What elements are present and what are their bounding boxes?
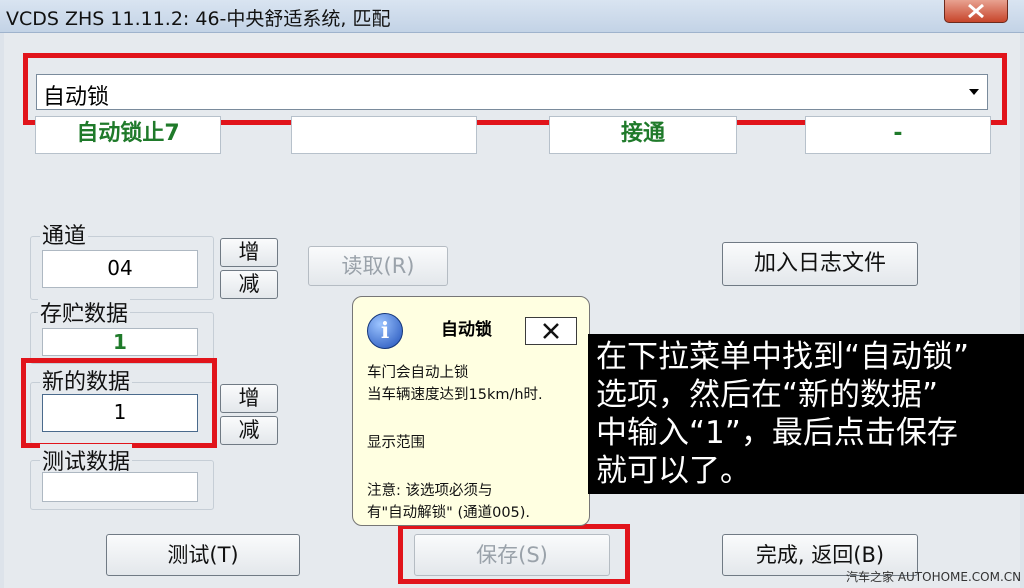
tooltip-line: 当车辆速度达到15km/h时. [367, 387, 543, 403]
tooltip-title: 自动锁 [441, 320, 492, 340]
tooltip-close-button[interactable] [525, 317, 577, 345]
tooltip-line: 显示范围 [367, 435, 425, 451]
caption-line: 中输入“1”，最后点击保存 [596, 415, 958, 451]
watermark: 汽车之家 AUTOHOME.COM.CN [846, 570, 1022, 584]
close-icon [543, 323, 559, 339]
info-icon: i [367, 313, 403, 349]
value-display-2 [291, 116, 477, 154]
window-title: VCDS ZHS 11.11.2: 46-中央舒适系统, 匹配 [6, 8, 391, 30]
tooltip-line: 车门会自动上锁 [367, 365, 469, 381]
new-data-decrease-button[interactable]: 减 [220, 416, 278, 445]
value-display-1: 自动锁止7 [35, 116, 221, 154]
stored-data-value: 1 [42, 328, 198, 356]
channel-label: 通道 [40, 218, 89, 250]
info-tooltip: i 自动锁 车门会自动上锁 当车辆速度达到15km/h时. 显示范围 注意: 该… [352, 296, 590, 526]
channel-increase-button[interactable]: 增 [220, 238, 278, 267]
highlight-new-data [21, 358, 217, 448]
window-close-button[interactable] [944, 0, 1008, 23]
channel-decrease-button[interactable]: 减 [220, 270, 278, 299]
new-data-increase-button[interactable]: 增 [220, 384, 278, 413]
test-data-value [42, 472, 198, 502]
tooltip-line: 注意: 该选项必须与 [367, 483, 493, 499]
read-button[interactable]: 读取(R) [308, 246, 448, 286]
channel-input[interactable]: 04 [42, 250, 198, 288]
stored-data-label: 存贮数据 [38, 296, 131, 328]
highlight-save [398, 524, 630, 584]
add-to-log-button[interactable]: 加入日志文件 [722, 242, 918, 286]
close-icon [968, 4, 984, 18]
title-bar: VCDS ZHS 11.11.2: 46-中央舒适系统, 匹配 [0, 0, 1024, 33]
tooltip-line: 有"自动解锁" (通道005). [367, 505, 531, 521]
value-display-4: - [805, 116, 991, 154]
caption-line: 选项，然后在“新的数据” [596, 377, 939, 413]
highlight-dropdown [23, 53, 1007, 125]
value-display-3: 接通 [549, 116, 737, 154]
caption-line: 在下拉菜单中找到“自动锁” [596, 339, 970, 375]
caption-line: 就可以了。 [596, 453, 751, 489]
instruction-caption: 在下拉菜单中找到“自动锁” 选项，然后在“新的数据” 中输入“1”，最后点击保存… [588, 334, 1024, 494]
test-button[interactable]: 测试(T) [106, 534, 300, 576]
